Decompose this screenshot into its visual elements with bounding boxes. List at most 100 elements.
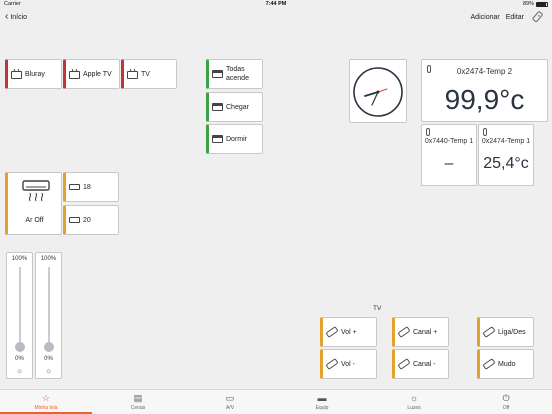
- tv-section-label: TV: [373, 305, 382, 312]
- remote-icon: [482, 358, 496, 370]
- tab-label: Off: [502, 404, 510, 411]
- add-button[interactable]: Adicionar: [471, 14, 500, 21]
- thermometer-icon: [483, 128, 487, 136]
- dimmer-slider-2[interactable]: 100% 0% ☼: [35, 252, 62, 379]
- remote-icon: [397, 358, 411, 370]
- nav-actions: Adicionar Editar: [471, 14, 524, 21]
- tab-equip[interactable]: ▬ Equip: [276, 390, 368, 414]
- tab-label: Equip: [315, 404, 329, 411]
- tab-av[interactable]: ▭ A/V: [184, 390, 276, 414]
- ac-setpoint-label: 20: [83, 216, 91, 224]
- dimmer-slider-1[interactable]: 100% 0% ☼: [6, 252, 33, 379]
- tv-icon: [11, 71, 22, 79]
- device-label: Bluray: [25, 70, 45, 78]
- scene-tile-todas-acende[interactable]: Todas acende: [206, 59, 263, 89]
- temperature-value: 25,4°c: [483, 155, 529, 172]
- tab-label: Minha tela: [34, 404, 58, 411]
- remote-button-channel-down[interactable]: Canal -: [392, 349, 449, 379]
- remote-button-label: Vol +: [341, 328, 357, 336]
- slider-knob[interactable]: [14, 342, 25, 352]
- remote-button-label: Liga/Des: [498, 328, 526, 336]
- remote-button-channel-up[interactable]: Canal +: [392, 317, 449, 347]
- ac-icon: ▬: [317, 392, 327, 403]
- remote-icon: [482, 326, 496, 338]
- tv-icon: ▭: [225, 392, 235, 403]
- scene-label: Chegar: [226, 103, 249, 111]
- device-label: Apple TV: [83, 70, 112, 78]
- edit-button[interactable]: Editar: [506, 14, 524, 21]
- clock-widget: [349, 59, 407, 123]
- scene-tile-dormir[interactable]: Dormir: [206, 124, 263, 154]
- slider-track[interactable]: [18, 267, 21, 347]
- ac-setpoint-tile-18[interactable]: 18: [63, 172, 119, 202]
- remote-icon: [325, 326, 339, 338]
- remote-button-vol-up[interactable]: Vol +: [320, 317, 377, 347]
- remote-button-vol-down[interactable]: Vol -: [320, 349, 377, 379]
- slider-knob[interactable]: [43, 342, 54, 352]
- clock-time: 7:44 PM: [265, 1, 287, 7]
- air-conditioner-icon: [69, 184, 80, 190]
- temperature-label: 0x7440-Temp 1: [424, 138, 474, 145]
- ac-setpoint-tile-20[interactable]: 20: [63, 205, 119, 235]
- tab-label: Cenas: [130, 404, 146, 411]
- remote-button-label: Canal +: [413, 328, 438, 336]
- tab-bar: ☆ Minha tela ▤ Cenas ▭ A/V ▬ Equip ☼ Luz…: [0, 389, 552, 414]
- temperature-tile-main[interactable]: 0x2474-Temp 2 99,9°c: [421, 59, 548, 122]
- settings-remote-icon[interactable]: [532, 11, 544, 23]
- device-tile-apple-tv[interactable]: Apple TV: [63, 59, 120, 89]
- ac-setpoint-label: 18: [83, 183, 91, 191]
- remote-button-label: Vol -: [341, 360, 356, 368]
- bulb-icon: ☼: [15, 366, 24, 375]
- remote-button-label: Canal -: [413, 360, 436, 368]
- dimmer-max-label: 100%: [40, 256, 57, 262]
- air-conditioner-icon: [69, 217, 80, 223]
- temperature-tile-small-right[interactable]: 0x2474-Temp 1 25,4°c: [478, 124, 534, 186]
- bulb-icon: ☼: [409, 392, 419, 403]
- slider-track[interactable]: [47, 267, 50, 347]
- scene-tile-chegar[interactable]: Chegar: [206, 92, 263, 122]
- device-tile-tv[interactable]: TV: [121, 59, 177, 89]
- tab-label: Luzes: [407, 404, 421, 411]
- star-icon: ☆: [41, 392, 51, 403]
- bulb-icon: ☼: [44, 366, 53, 375]
- status-bar: Carrier 7:44 PM 89%: [0, 0, 552, 9]
- device-tile-bluray[interactable]: Bluray: [5, 59, 62, 89]
- analog-clock-icon: [353, 67, 403, 117]
- air-conditioner-icon: [22, 180, 50, 202]
- temperature-tile-small-left[interactable]: 0x7440-Temp 1 –: [421, 124, 477, 186]
- dimmer-min-label: 0%: [15, 356, 24, 362]
- tv-icon: [69, 71, 80, 79]
- tab-minha-tela[interactable]: ☆ Minha tela: [0, 390, 92, 414]
- ac-tile-main[interactable]: Ar Off: [5, 172, 62, 235]
- tab-label: A/V: [225, 404, 235, 411]
- nav-bar: ‹ Início Adicionar Editar: [0, 9, 552, 27]
- thermometer-icon: [426, 128, 430, 136]
- scene-label: Todas acende: [226, 66, 249, 82]
- dimmer-max-label: 100%: [11, 256, 28, 262]
- chevron-left-icon: ‹: [5, 11, 9, 22]
- battery-icon: [536, 1, 548, 7]
- scene-icon: [212, 70, 223, 78]
- battery-indicator: 89%: [523, 1, 548, 7]
- scene-icon: ▤: [133, 392, 143, 403]
- back-button[interactable]: ‹ Início: [5, 11, 27, 22]
- tv-icon: [127, 71, 138, 79]
- temperature-value: 99,9°c: [444, 84, 525, 115]
- temperature-value: –: [444, 155, 454, 172]
- ac-label: Ar Off: [25, 217, 44, 224]
- remote-button-power[interactable]: Liga/Des: [477, 317, 534, 347]
- tab-off[interactable]: ⏻ Off: [460, 390, 552, 414]
- battery-percent: 89%: [522, 1, 534, 7]
- temperature-label: 0x2474-Temp 2: [456, 67, 513, 76]
- temperature-label: 0x2474-Temp 1: [481, 138, 531, 145]
- tab-cenas[interactable]: ▤ Cenas: [92, 390, 184, 414]
- remote-icon: [325, 358, 339, 370]
- device-label: TV: [141, 70, 150, 78]
- scene-icon: [212, 103, 223, 111]
- scene-label: Dormir: [226, 135, 247, 143]
- dimmer-min-label: 0%: [44, 356, 53, 362]
- remote-button-mute[interactable]: Mudo: [477, 349, 534, 379]
- power-icon: ⏻: [502, 392, 510, 403]
- remote-button-label: Mudo: [498, 360, 516, 368]
- tab-luzes[interactable]: ☼ Luzes: [368, 390, 460, 414]
